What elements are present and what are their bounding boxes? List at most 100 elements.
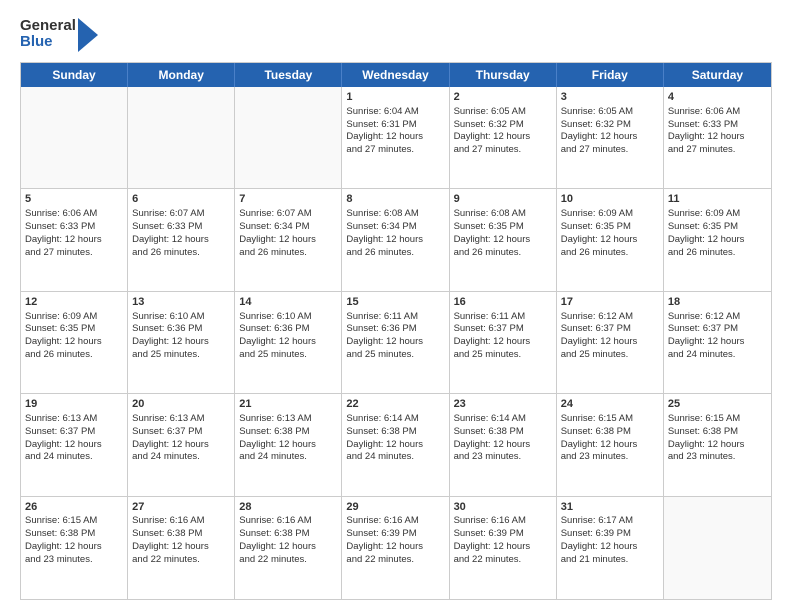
logo-general: General — [20, 18, 76, 35]
day-info-line: and 27 minutes. — [346, 144, 444, 157]
logo: General Blue — [20, 16, 98, 52]
day-info-line: Sunset: 6:31 PM — [346, 119, 444, 132]
calendar-day-2: 2Sunrise: 6:05 AMSunset: 6:32 PMDaylight… — [450, 87, 557, 188]
day-info-line: Sunset: 6:37 PM — [25, 426, 123, 439]
day-number: 25 — [668, 397, 767, 412]
calendar-day-3: 3Sunrise: 6:05 AMSunset: 6:32 PMDaylight… — [557, 87, 664, 188]
day-info-line: and 25 minutes. — [561, 349, 659, 362]
day-info-line: Sunset: 6:33 PM — [25, 221, 123, 234]
calendar-day-empty — [21, 87, 128, 188]
day-number: 29 — [346, 500, 444, 515]
calendar-day-16: 16Sunrise: 6:11 AMSunset: 6:37 PMDayligh… — [450, 292, 557, 393]
day-info-line: and 25 minutes. — [346, 349, 444, 362]
day-info-line: Sunrise: 6:16 AM — [454, 515, 552, 528]
day-info-line: Daylight: 12 hours — [561, 131, 659, 144]
day-number: 31 — [561, 500, 659, 515]
calendar-day-1: 1Sunrise: 6:04 AMSunset: 6:31 PMDaylight… — [342, 87, 449, 188]
day-info-line: and 24 minutes. — [25, 451, 123, 464]
day-info-line: and 22 minutes. — [454, 554, 552, 567]
logo-blue: Blue — [20, 34, 76, 51]
day-info-line: and 27 minutes. — [561, 144, 659, 157]
weekday-header-friday: Friday — [557, 63, 664, 87]
day-info-line: and 27 minutes. — [668, 144, 767, 157]
day-info-line: Daylight: 12 hours — [668, 439, 767, 452]
day-info-line: Sunset: 6:32 PM — [561, 119, 659, 132]
day-info-line: Sunrise: 6:17 AM — [561, 515, 659, 528]
day-number: 16 — [454, 295, 552, 310]
day-number: 30 — [454, 500, 552, 515]
day-info-line: Daylight: 12 hours — [561, 541, 659, 554]
day-info-line: Daylight: 12 hours — [454, 131, 552, 144]
weekday-header-thursday: Thursday — [450, 63, 557, 87]
day-info-line: Daylight: 12 hours — [668, 234, 767, 247]
page: General Blue SundayMondayTuesdayWednesda… — [0, 0, 792, 612]
day-info-line: Sunrise: 6:06 AM — [668, 106, 767, 119]
day-info-line: and 26 minutes. — [239, 247, 337, 260]
day-info-line: and 26 minutes. — [346, 247, 444, 260]
day-info-line: Daylight: 12 hours — [25, 234, 123, 247]
day-info-line: Sunrise: 6:07 AM — [132, 208, 230, 221]
day-info-line: Sunrise: 6:04 AM — [346, 106, 444, 119]
day-info-line: Sunrise: 6:14 AM — [346, 413, 444, 426]
day-info-line: and 27 minutes. — [454, 144, 552, 157]
day-info-line: Sunset: 6:37 PM — [668, 323, 767, 336]
day-info-line: Sunset: 6:38 PM — [561, 426, 659, 439]
day-info-line: Sunset: 6:37 PM — [454, 323, 552, 336]
day-info-line: Sunset: 6:36 PM — [239, 323, 337, 336]
day-info-line: Daylight: 12 hours — [561, 234, 659, 247]
day-number: 27 — [132, 500, 230, 515]
weekday-header-tuesday: Tuesday — [235, 63, 342, 87]
day-info-line: Daylight: 12 hours — [239, 234, 337, 247]
day-info-line: and 26 minutes. — [561, 247, 659, 260]
day-info-line: Daylight: 12 hours — [132, 234, 230, 247]
calendar-day-30: 30Sunrise: 6:16 AMSunset: 6:39 PMDayligh… — [450, 497, 557, 599]
day-info-line: Sunrise: 6:13 AM — [239, 413, 337, 426]
day-info-line: Daylight: 12 hours — [25, 336, 123, 349]
day-info-line: Daylight: 12 hours — [454, 541, 552, 554]
calendar-week-5: 26Sunrise: 6:15 AMSunset: 6:38 PMDayligh… — [21, 497, 771, 599]
calendar-day-empty — [664, 497, 771, 599]
day-number: 2 — [454, 90, 552, 105]
day-info-line: Daylight: 12 hours — [561, 336, 659, 349]
calendar-day-7: 7Sunrise: 6:07 AMSunset: 6:34 PMDaylight… — [235, 189, 342, 290]
day-info-line: Sunrise: 6:12 AM — [668, 311, 767, 324]
weekday-header-sunday: Sunday — [21, 63, 128, 87]
logo-wordmark: General Blue — [20, 18, 76, 51]
day-info-line: Daylight: 12 hours — [25, 439, 123, 452]
day-info-line: Sunset: 6:38 PM — [239, 426, 337, 439]
day-number: 4 — [668, 90, 767, 105]
day-number: 19 — [25, 397, 123, 412]
day-info-line: Sunset: 6:38 PM — [454, 426, 552, 439]
calendar-day-29: 29Sunrise: 6:16 AMSunset: 6:39 PMDayligh… — [342, 497, 449, 599]
day-info-line: and 27 minutes. — [25, 247, 123, 260]
calendar-day-13: 13Sunrise: 6:10 AMSunset: 6:36 PMDayligh… — [128, 292, 235, 393]
day-number: 21 — [239, 397, 337, 412]
logo-arrow-icon — [78, 18, 98, 52]
day-number: 23 — [454, 397, 552, 412]
calendar-day-20: 20Sunrise: 6:13 AMSunset: 6:37 PMDayligh… — [128, 394, 235, 495]
calendar-week-4: 19Sunrise: 6:13 AMSunset: 6:37 PMDayligh… — [21, 394, 771, 496]
calendar-day-28: 28Sunrise: 6:16 AMSunset: 6:38 PMDayligh… — [235, 497, 342, 599]
day-info-line: and 26 minutes. — [668, 247, 767, 260]
day-info-line: and 26 minutes. — [25, 349, 123, 362]
day-info-line: and 22 minutes. — [132, 554, 230, 567]
day-info-line: Sunset: 6:36 PM — [346, 323, 444, 336]
day-info-line: Sunrise: 6:08 AM — [454, 208, 552, 221]
day-info-line: Daylight: 12 hours — [668, 131, 767, 144]
calendar-body: 1Sunrise: 6:04 AMSunset: 6:31 PMDaylight… — [21, 87, 771, 599]
day-number: 6 — [132, 192, 230, 207]
day-info-line: Sunset: 6:35 PM — [25, 323, 123, 336]
day-info-line: Sunrise: 6:09 AM — [561, 208, 659, 221]
day-number: 24 — [561, 397, 659, 412]
day-info-line: Sunset: 6:33 PM — [668, 119, 767, 132]
day-info-line: Sunrise: 6:11 AM — [454, 311, 552, 324]
day-info-line: Sunrise: 6:12 AM — [561, 311, 659, 324]
day-info-line: Sunrise: 6:13 AM — [25, 413, 123, 426]
day-info-line: Daylight: 12 hours — [239, 541, 337, 554]
day-info-line: Daylight: 12 hours — [346, 234, 444, 247]
calendar-day-9: 9Sunrise: 6:08 AMSunset: 6:35 PMDaylight… — [450, 189, 557, 290]
day-info-line: Sunset: 6:39 PM — [454, 528, 552, 541]
day-number: 9 — [454, 192, 552, 207]
calendar-day-17: 17Sunrise: 6:12 AMSunset: 6:37 PMDayligh… — [557, 292, 664, 393]
day-info-line: Sunrise: 6:16 AM — [132, 515, 230, 528]
